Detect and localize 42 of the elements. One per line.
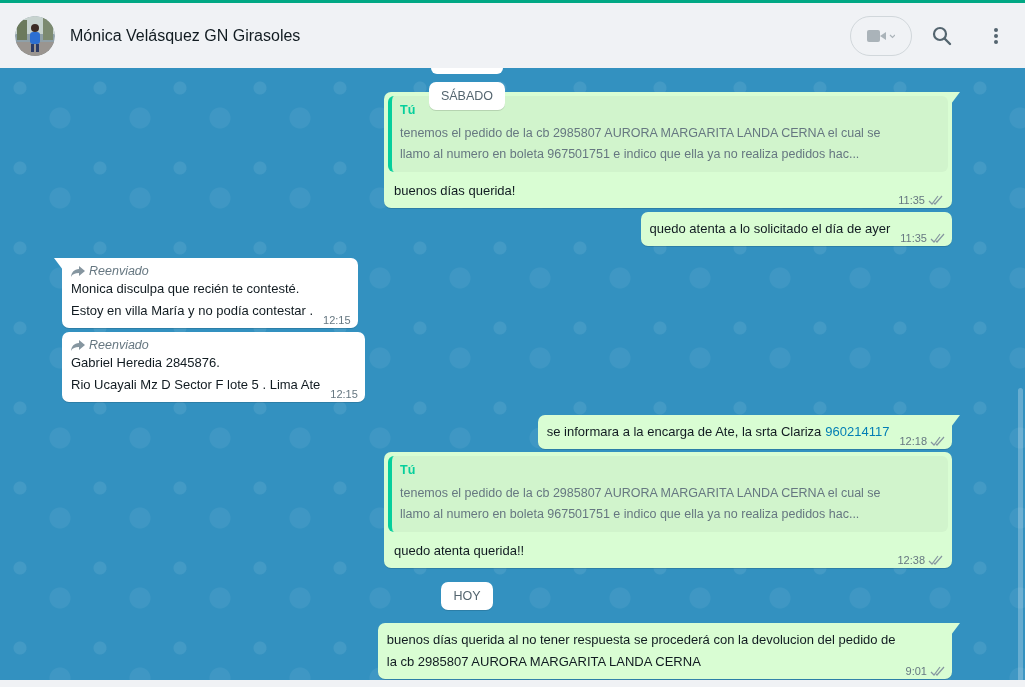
scrollbar[interactable]: [1018, 388, 1023, 680]
message-time: 9:01: [905, 665, 927, 677]
quote-author: Tú: [400, 103, 417, 117]
date-chip: HOY: [441, 582, 493, 610]
message-text: se informara a la encarga de Ate, la srta Clariza: [546, 423, 822, 441]
message-time: 11:35: [898, 194, 925, 206]
message-text: buenos días querida al no tener respuesta se procederá con la devolucion del pedido de: [386, 631, 896, 649]
message-time: 12:18: [899, 435, 927, 447]
quoted-message[interactable]: Tú tenemos el pedido de la cb 2985807 AURORA MARGARITA LANDA CERNA el cual se llamo al numero en boleta 967501751 e indico que ella ya no realiza pedidos hac...: [388, 456, 948, 532]
forwarded-label: Reenviado: [89, 264, 149, 278]
search-icon[interactable]: [932, 25, 952, 46]
contact-name: Mónica Velásquez GN Girasoles: [70, 26, 301, 45]
double-check-icon: [928, 195, 943, 205]
double-check-icon: [930, 666, 945, 676]
double-check-icon: [930, 233, 945, 243]
message-text: quedo atenta a lo solicitado el día de ayer: [649, 220, 891, 238]
message-text: la cb 2985807 AURORA MARGARITA LANDA CERNA: [386, 653, 702, 671]
message-text: Gabriel Heredia 2845876.: [71, 354, 221, 372]
message-text: Monica disculpa que recién te contesté.: [71, 280, 301, 298]
date-chip: SÁBADO: [428, 82, 506, 110]
quote-text: llamo al numero en boleta 967501751 e indico que ella ya no realiza pedidos hac...: [400, 146, 861, 163]
message-text: Estoy en villa María y no podía contestar .: [71, 302, 314, 320]
date-chip: [431, 68, 503, 74]
phone-link[interactable]: 960214117: [825, 421, 890, 443]
message-time: 12:15: [330, 388, 358, 400]
message-text: quedo atenta querida!!: [394, 542, 526, 560]
forward-icon: [71, 265, 85, 277]
double-check-icon: [928, 555, 943, 565]
message-time: 11:35: [900, 232, 927, 244]
message-time: 12:15: [323, 314, 351, 326]
quote-author: Tú: [400, 463, 417, 477]
double-check-icon: [930, 436, 945, 446]
message-text: Rio Ucayali Mz D Sector F lote 5 . Lima Ate: [71, 376, 321, 394]
quote-text: tenemos el pedido de la cb 2985807 AURORA MARGARITA LANDA CERNA el cual se: [400, 485, 882, 502]
menu-icon[interactable]: [993, 26, 999, 45]
video-camera-icon: [867, 28, 895, 43]
message-text: buenos días querida!: [394, 182, 517, 200]
message-time: 12:38: [897, 554, 925, 566]
forward-icon: [71, 339, 85, 351]
quote-text: tenemos el pedido de la cb 2985807 AURORA MARGARITA LANDA CERNA el cual se: [400, 125, 882, 142]
quote-text: llamo al numero en boleta 967501751 e indico que ella ya no realiza pedidos hac...: [400, 506, 861, 523]
forwarded-label: Reenviado: [89, 338, 149, 352]
